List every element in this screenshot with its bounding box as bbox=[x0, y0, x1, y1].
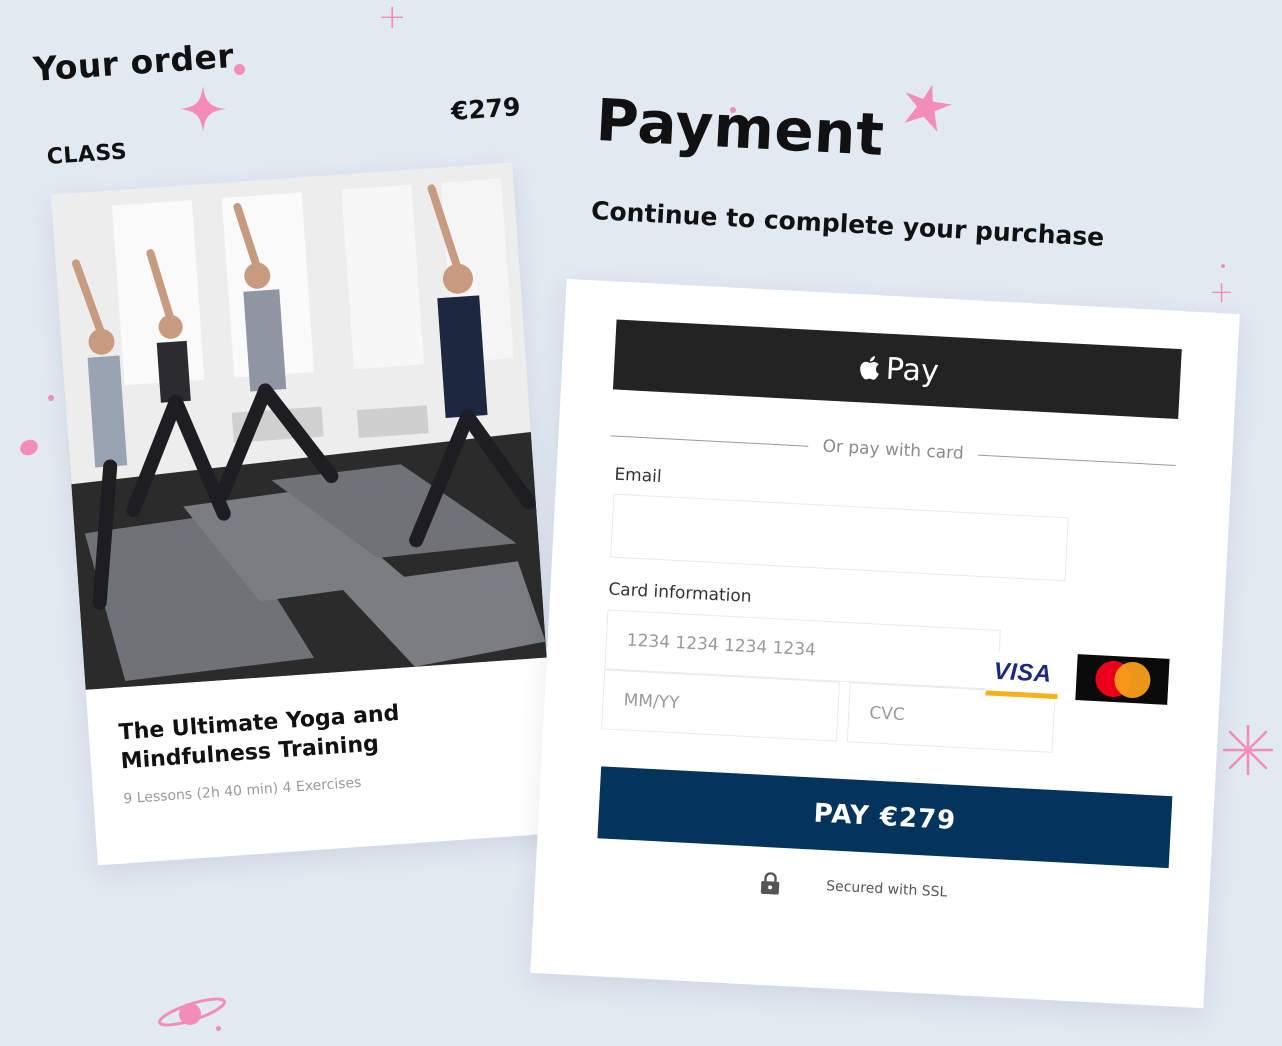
payment-form: Pay Or pay with card Email Card informat… bbox=[530, 278, 1240, 1009]
email-label: Email bbox=[613, 464, 663, 488]
plus-decoration: + bbox=[1209, 275, 1235, 310]
class-meta: 9 Lessons (2h 40 min) 4 Exercises bbox=[122, 774, 362, 808]
apple-logo-icon bbox=[859, 356, 879, 380]
order-section-label: CLASS bbox=[46, 139, 128, 170]
email-field[interactable] bbox=[610, 493, 1069, 582]
divider-text: Or pay with card bbox=[822, 436, 965, 464]
or-divider: Or pay with card bbox=[610, 423, 1176, 477]
asterisk-icon bbox=[1222, 724, 1274, 776]
lock-icon bbox=[760, 872, 780, 895]
apple-pay-label: Pay bbox=[885, 351, 940, 389]
divider-line bbox=[610, 434, 809, 447]
class-card[interactable]: The Ultimate Yoga and Mindfulness Traini… bbox=[51, 162, 559, 866]
planet-icon bbox=[158, 997, 226, 1027]
order-heading: Your order bbox=[32, 35, 236, 89]
yoga-class-photo bbox=[51, 162, 547, 690]
card-expiry-field[interactable] bbox=[601, 669, 840, 742]
star-icon bbox=[904, 84, 952, 132]
dot-decoration bbox=[48, 395, 54, 401]
plus-decoration: + bbox=[378, 0, 407, 37]
sparkle-icon bbox=[180, 86, 226, 132]
dot-decoration bbox=[17, 436, 41, 459]
class-title[interactable]: The Ultimate Yoga and Mindfulness Traini… bbox=[118, 691, 531, 777]
secure-notice: Secured with SSL bbox=[760, 872, 948, 904]
mastercard-logo bbox=[1075, 654, 1170, 705]
divider-line bbox=[977, 454, 1176, 466]
visa-logo: VISA bbox=[985, 651, 1060, 700]
card-information-label: Card information bbox=[607, 579, 753, 607]
order-price: €279 bbox=[450, 92, 522, 126]
payment-title: Payment bbox=[594, 86, 887, 170]
pay-button[interactable]: PAY €279 bbox=[597, 766, 1173, 869]
payment-subtitle: Continue to complete your purchase bbox=[590, 196, 1105, 252]
mastercard-yellow-circle bbox=[1113, 661, 1152, 699]
apple-pay-button[interactable]: Pay bbox=[612, 319, 1182, 420]
dot-decoration bbox=[1221, 264, 1225, 268]
yoga-illustration bbox=[51, 162, 547, 690]
secure-text: Secured with SSL bbox=[825, 878, 948, 901]
dot-decoration bbox=[234, 64, 245, 75]
